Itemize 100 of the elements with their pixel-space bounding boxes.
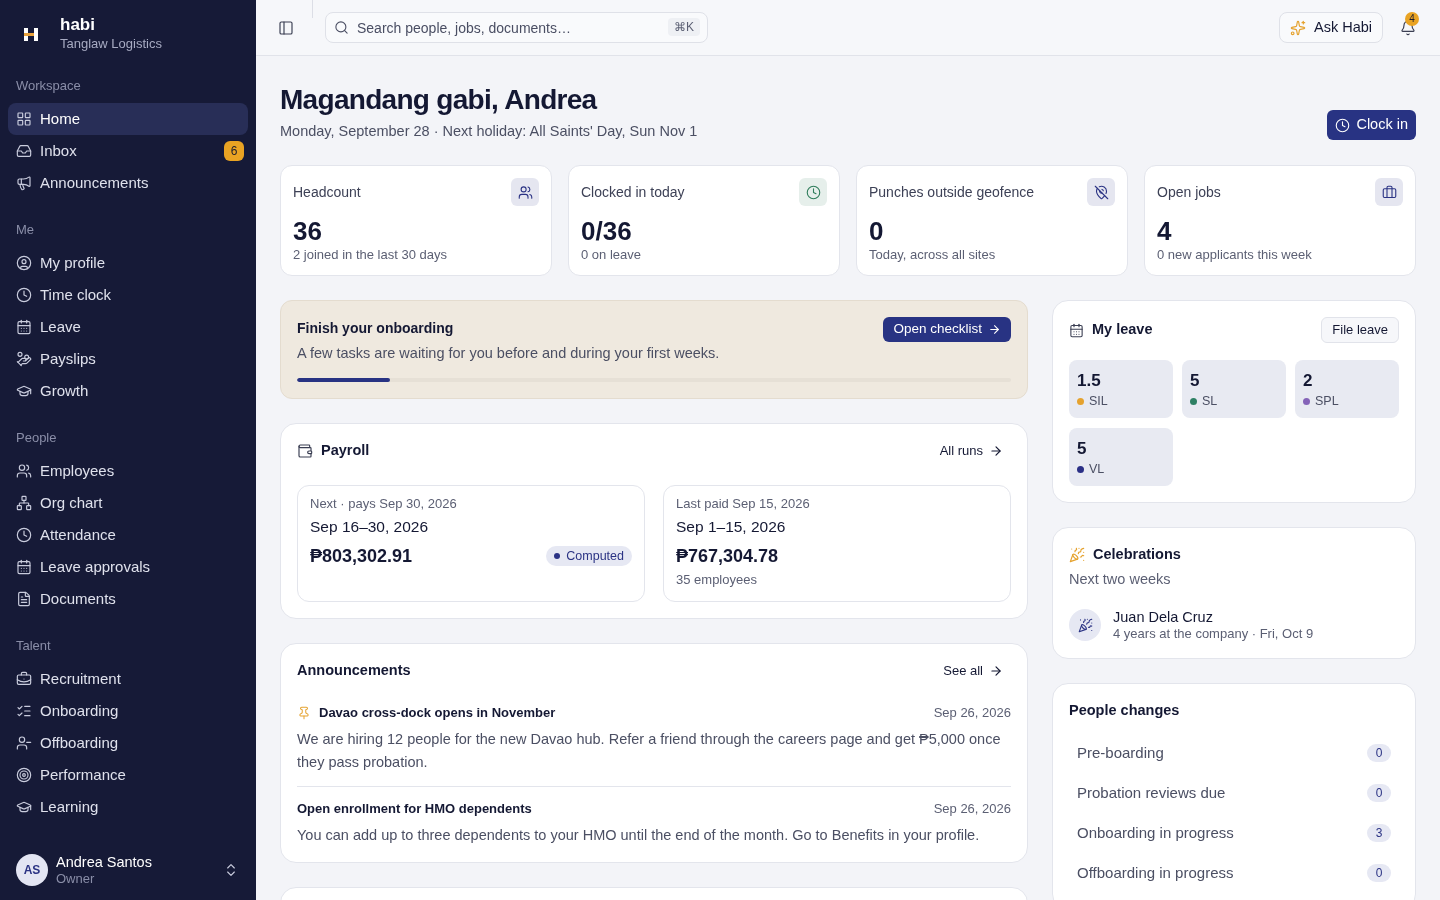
card-title: Payroll — [321, 441, 370, 461]
stat-value: 0 — [869, 215, 885, 247]
card-title: People changes — [1069, 701, 1180, 721]
card-title: Celebrations — [1093, 545, 1181, 565]
clock-icon — [1335, 117, 1351, 133]
stat-label: Open jobs — [1157, 182, 1221, 202]
view-all-link[interactable]: See all — [935, 657, 1011, 685]
sidebar-toggle-icon[interactable] — [278, 19, 294, 36]
run-amount: ₱767,304.78 — [676, 545, 779, 568]
announcement-date: Sep 26, 2026 — [933, 800, 1011, 819]
run-caption: Next · pays Sep 30, 2026 — [310, 496, 458, 512]
nav-item[interactable]: Performance — [8, 759, 248, 791]
calendar-icon — [16, 319, 32, 335]
run-period: Sep 1–15, 2026 — [676, 517, 787, 537]
card-title: My leave — [1092, 320, 1153, 340]
nav-item[interactable]: Announcements — [8, 167, 248, 199]
hand-coins-icon — [16, 351, 32, 367]
organization-name: Tanglaw Logistics — [60, 35, 162, 53]
change-label: Pre-boarding — [1077, 742, 1164, 763]
clock-in-button[interactable]: Clock in — [1327, 110, 1416, 140]
nav-item[interactable]: Attendance — [8, 519, 248, 551]
section-label: Me — [15, 221, 36, 239]
nav-item[interactable]: Learning — [8, 791, 248, 823]
open-checklist-button[interactable]: Open checklist — [883, 317, 1011, 342]
wallet-icon — [297, 443, 313, 459]
party-popper-icon — [1069, 609, 1101, 641]
page-subtitle: Monday, September 28 · Next holiday: All Saints' Day, Sun Nov 1 — [280, 122, 698, 141]
leave-type-label: SPL — [1315, 393, 1339, 409]
nav-item[interactable]: Leave — [8, 311, 248, 343]
arrow-right-icon — [989, 444, 1003, 458]
card-title: Announcements — [297, 661, 411, 681]
celebration-detail: 4 years at the company · Fri, Oct 9 — [1113, 626, 1314, 642]
count-pill: 3 — [1367, 824, 1391, 842]
sparkles-icon — [1289, 19, 1306, 36]
run-caption: Last paid Sep 15, 2026 — [676, 496, 811, 512]
arrow-right-icon — [988, 323, 1001, 336]
nav-item[interactable]: Home — [8, 103, 248, 135]
section-label: Workspace — [15, 77, 82, 95]
card-title: Finish your onboarding — [297, 319, 455, 338]
nav-item[interactable]: Inbox 6 — [8, 135, 248, 167]
leave-type-label: SL — [1202, 393, 1218, 409]
party-popper-icon — [1069, 547, 1085, 563]
logo-icon — [24, 27, 38, 41]
nav-item[interactable]: Leave approvals — [8, 551, 248, 583]
count-badge: 6 — [224, 141, 244, 161]
section-label: People — [15, 429, 58, 447]
run-amount: ₱803,302.91 — [310, 545, 413, 568]
ask-button[interactable]: Ask Habi — [1278, 12, 1383, 43]
user-name: Andrea Santos — [56, 853, 153, 871]
stat-value: 36 — [293, 215, 323, 247]
notification-count: 4 — [1405, 11, 1419, 26]
megaphone-icon — [16, 175, 32, 191]
org-chart-icon — [16, 495, 32, 511]
search-icon — [334, 20, 349, 35]
leave-type-label: VL — [1089, 461, 1105, 477]
change-label: Offboarding in progress — [1077, 862, 1234, 883]
stat-label: Punches outside geofence — [869, 182, 1034, 202]
announcement-title: Davao cross-dock opens in November — [319, 704, 556, 723]
brand-name: habi — [60, 15, 96, 35]
document-icon — [16, 591, 32, 607]
section-label: Talent — [15, 637, 52, 655]
run-note: 35 employees — [676, 572, 758, 588]
nav-item[interactable]: Onboarding — [8, 695, 248, 727]
graduation-cap-icon — [16, 383, 32, 399]
inbox-icon — [16, 143, 32, 159]
nav-item[interactable]: Growth — [8, 375, 248, 407]
nav-item[interactable]: Employees — [8, 455, 248, 487]
announcement-title: Open enrollment for HMO dependents — [297, 800, 532, 819]
clock-icon — [16, 287, 32, 303]
leave-balance-value: 5 — [1190, 370, 1201, 392]
file-leave-button[interactable]: File leave — [1321, 317, 1399, 343]
leave-balance-value: 5 — [1077, 438, 1088, 460]
user-circle-icon — [16, 255, 32, 271]
nav-item[interactable]: Documents — [8, 583, 248, 615]
announcement-body: You can add up to three dependents to your HMO until the end of the month. Go to Benefits in your profile. — [297, 826, 981, 845]
stat-note: Today, across all sites — [869, 247, 997, 263]
arrow-right-icon — [989, 664, 1003, 678]
announcement-date: Sep 26, 2026 — [933, 704, 1011, 723]
nav-item[interactable]: Recruitment — [8, 663, 248, 695]
count-pill: 0 — [1367, 784, 1391, 802]
stat-note: 0 new applicants this week — [1157, 247, 1313, 263]
change-label: Onboarding in progress — [1077, 822, 1234, 843]
nav-item[interactable]: Time clock — [8, 279, 248, 311]
announcement-body: We are hiring 12 people for the new Davao hub. Refer a friend through the careers page and get ₱5,000 once they pass probation. — [297, 730, 1002, 772]
user-avatar: AS — [16, 854, 48, 886]
calendar-icon — [16, 559, 32, 575]
card-description: A few tasks are waiting for you before and during your first weeks. — [297, 344, 720, 363]
nav-item[interactable]: Org chart — [8, 487, 248, 519]
stat-note: 2 joined in the last 30 days — [293, 247, 448, 263]
leave-balance-value: 1.5 — [1077, 370, 1102, 392]
briefcase-icon — [16, 671, 32, 687]
status-label: Computed — [566, 547, 624, 565]
card-subtitle: Next two weeks — [1069, 570, 1172, 589]
count-pill: 0 — [1367, 864, 1391, 882]
user-role: Owner — [56, 871, 96, 887]
nav-item[interactable]: Payslips — [8, 343, 248, 375]
nav-item[interactable]: My profile — [8, 247, 248, 279]
nav-item[interactable]: Offboarding — [8, 727, 248, 759]
view-all-link[interactable]: All runs — [931, 437, 1011, 465]
users-icon — [16, 463, 32, 479]
